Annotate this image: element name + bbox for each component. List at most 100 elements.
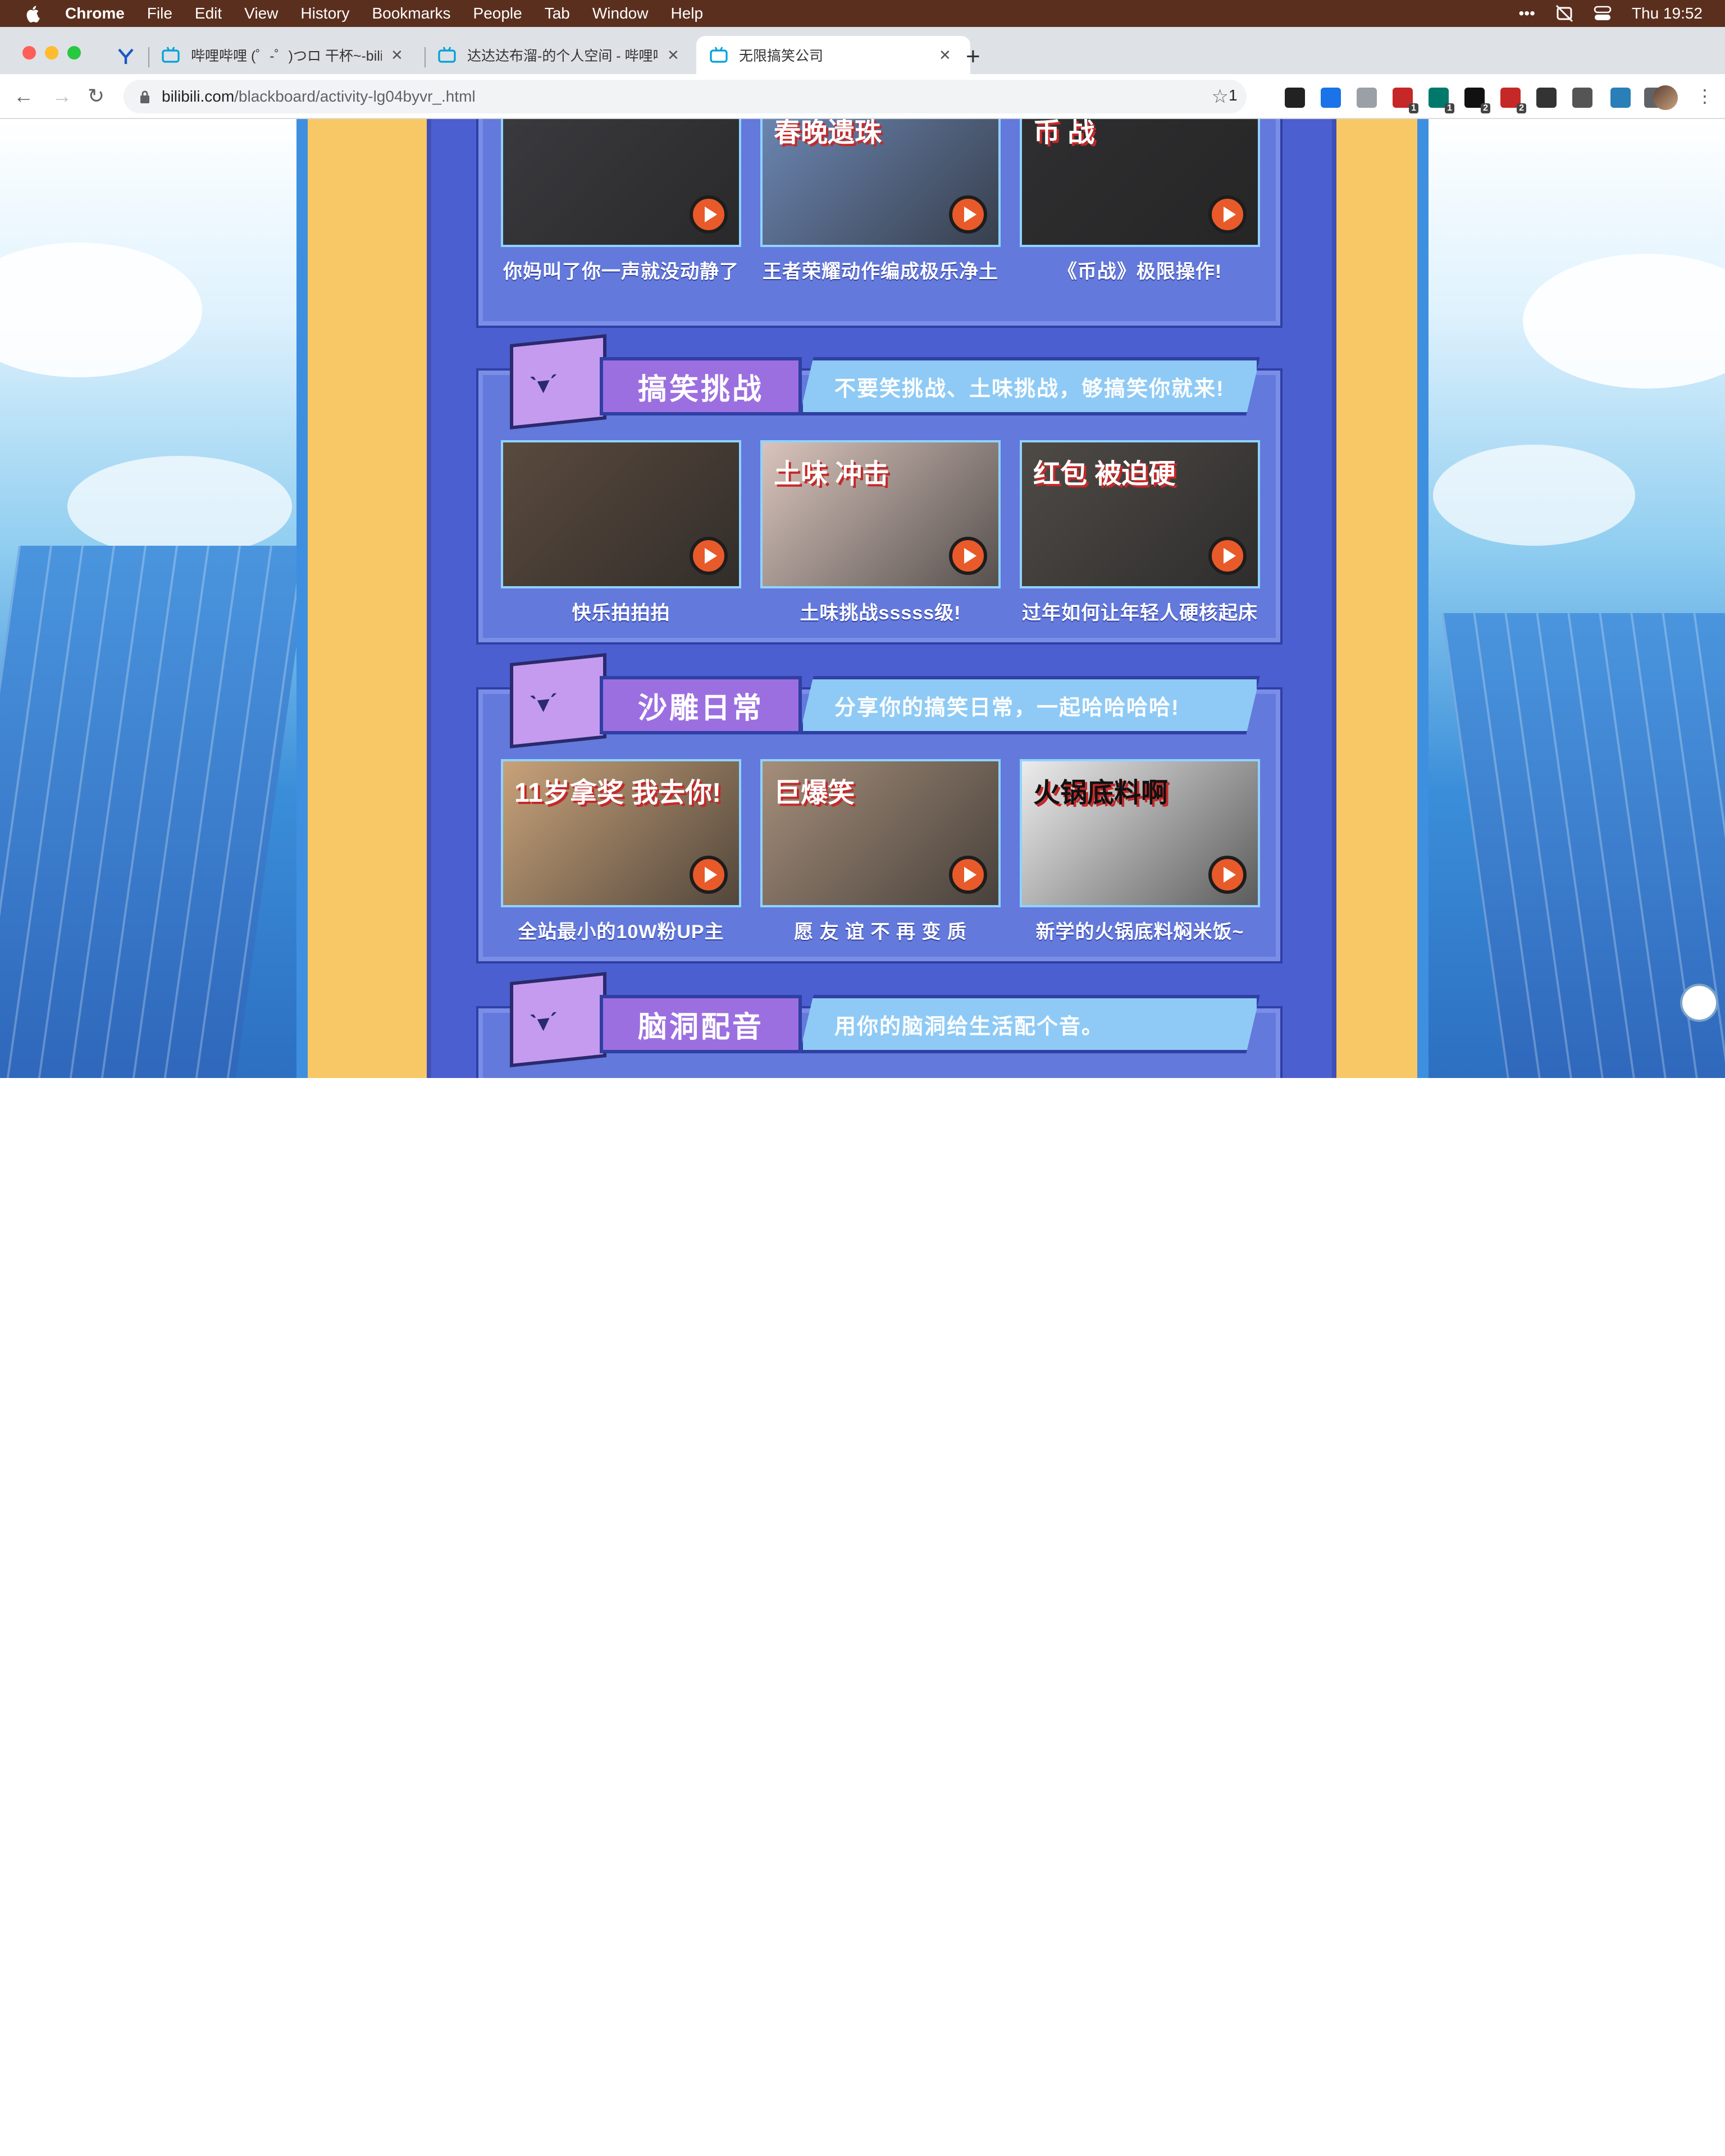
menu-people[interactable]: People — [473, 4, 522, 22]
video-caption[interactable]: 愿 友 谊 不 再 变 质 — [760, 916, 1001, 944]
address-bar[interactable]: bilibili.com/blackboard/activity-lg04byv… — [124, 80, 1247, 113]
menu-app-name[interactable]: Chrome — [65, 4, 125, 22]
lock-icon[interactable] — [139, 90, 150, 103]
browser-toolbar: ← → ↻ bilibili.com/blackboard/activity-l… — [0, 74, 1725, 119]
cloud-decoration — [67, 456, 292, 557]
tab-user-space[interactable]: 达达达布溜-的个人空间 - 哔哩哔哩 ✕ — [438, 36, 692, 74]
video-caption[interactable]: 新学的火锅底料焖米饭~ — [1020, 916, 1260, 944]
ext-aperture-icon[interactable] — [1536, 88, 1557, 108]
menu-file[interactable]: File — [147, 4, 172, 22]
video-caption[interactable]: 快乐拍拍拍 — [501, 597, 741, 625]
video-thumbnail[interactable]: 春晚遗珠 — [760, 119, 1001, 247]
bookmark-star-icon[interactable]: ☆ — [1212, 85, 1229, 108]
video-thumbnail[interactable] — [501, 440, 741, 588]
menu-view[interactable]: View — [244, 4, 278, 22]
thumbnail-overlay-text: 币 战 — [1033, 119, 1095, 148]
close-window-button[interactable] — [22, 46, 36, 60]
feedback-bubble-icon[interactable] — [1680, 984, 1718, 1022]
video-thumbnail[interactable] — [501, 119, 741, 247]
menu-edit[interactable]: Edit — [195, 4, 222, 22]
extension-badge: 2 — [1517, 103, 1526, 113]
tab-title: 无限搞笑公司 — [739, 48, 824, 64]
thumbnail-overlay-text: 11岁拿奖 我去你! — [514, 778, 722, 808]
play-icon[interactable] — [1208, 856, 1247, 894]
zoom-window-button[interactable] — [67, 46, 81, 60]
video-caption[interactable]: 你妈叫了你一声就没动静了 — [501, 256, 741, 284]
new-tab-button[interactable]: + — [966, 43, 980, 71]
play-icon[interactable] — [949, 537, 987, 575]
video-thumbnail[interactable]: 红包 被迫硬 — [1020, 440, 1260, 588]
menu-bookmarks[interactable]: Bookmarks — [372, 4, 450, 22]
video-caption[interactable]: 过年如何让年轻人硬核起床 — [1020, 597, 1260, 625]
mute-icon[interactable] — [1555, 4, 1573, 22]
play-icon[interactable] — [690, 856, 728, 894]
ext-react-icon[interactable] — [1610, 88, 1631, 108]
ext-abp-icon[interactable]: 2 — [1500, 88, 1526, 113]
video-card[interactable]: 火锅底料啊新学的火锅底料焖米饭~ — [1020, 759, 1260, 944]
video-card[interactable]: 快乐拍拍拍 — [501, 440, 741, 625]
close-tab-icon[interactable]: ✕ — [667, 47, 679, 64]
video-card[interactable]: 土味 冲击土味挑战sssss级! — [760, 440, 1001, 625]
apple-icon[interactable] — [22, 4, 45, 22]
thumbnail-overlay-text: 红包 被迫硬 — [1033, 459, 1176, 489]
video-thumbnail[interactable]: 巨爆笑 — [760, 759, 1001, 907]
ext-black-icon[interactable]: 2 — [1464, 88, 1490, 113]
video-section: 你妈叫了你一声就没动静了 春晚遗珠 王者荣耀动作编成极乐净土币 战《币战》极限操作! — [476, 119, 1283, 328]
video-card[interactable]: 你妈叫了你一声就没动静了 — [501, 119, 741, 284]
video-thumbnail[interactable]: 币 战 — [1020, 119, 1260, 247]
play-icon[interactable] — [949, 856, 987, 894]
video-caption[interactable]: 土味挑战sssss级! — [760, 597, 1001, 625]
ext-box-icon[interactable] — [1572, 88, 1592, 108]
forward-arrow-icon[interactable]: → — [52, 84, 72, 108]
menu-tab[interactable]: Tab — [545, 4, 570, 22]
close-tab-icon[interactable]: ✕ — [939, 47, 951, 64]
menu-history[interactable]: History — [300, 4, 349, 22]
chrome-menu-icon[interactable]: ⋮ — [1696, 85, 1714, 107]
cube-mascot-icon: ˋ▾ˊ — [510, 971, 606, 1068]
close-tab-icon[interactable]: ✕ — [391, 47, 403, 64]
back-arrow-icon[interactable]: ← — [13, 84, 34, 108]
ext-red-icon[interactable]: 1 — [1393, 88, 1418, 113]
ext-d-icon[interactable] — [1321, 88, 1341, 108]
menu-window[interactable]: Window — [592, 4, 649, 22]
building-decoration — [0, 546, 311, 1078]
video-card[interactable]: 11岁拿奖 我去你! 全站最小的10W粉UP主 — [501, 759, 741, 944]
profile-avatar[interactable] — [1653, 85, 1678, 110]
tab-active-funny-company[interactable]: 无限搞笑公司 ✕ — [696, 36, 970, 74]
tab-bilibili-home[interactable]: 哔哩哔哩 (゜-゜)つロ 干杯~-bilibili ✕ — [162, 36, 416, 74]
menubar-clock[interactable]: Thu 19:52 — [1632, 4, 1703, 22]
play-icon[interactable] — [1208, 537, 1247, 575]
video-card[interactable]: 巨爆笑愿 友 谊 不 再 变 质 — [760, 759, 1001, 944]
video-card[interactable]: 红包 被迫硬过年如何让年轻人硬核起床 — [1020, 440, 1260, 625]
thumbnail-overlay-text: 火锅底料啊 — [1033, 778, 1169, 808]
extension-badge: 1 — [1445, 103, 1454, 113]
overflow-dots-icon[interactable]: ••• — [1518, 4, 1535, 22]
thumbnail-overlay-text: 巨爆笑 — [774, 778, 855, 808]
right-background-illustration — [1422, 119, 1725, 1078]
thumbnail-overlay-text: 土味 冲击 — [774, 459, 889, 489]
menu-help[interactable]: Help — [670, 4, 703, 22]
extension-counter[interactable]: 1 — [1229, 86, 1238, 104]
tab-title: 达达达布溜-的个人空间 - 哔哩哔哩 — [467, 48, 658, 64]
video-card[interactable]: 币 战《币战》极限操作! — [1020, 119, 1260, 284]
extension-badge: 2 — [1481, 103, 1490, 113]
video-caption[interactable]: 《币战》极限操作! — [1020, 256, 1260, 284]
ext-s-green-icon[interactable]: 1 — [1429, 88, 1454, 113]
video-thumbnail[interactable]: 土味 冲击 — [760, 440, 1001, 588]
minimize-window-button[interactable] — [45, 46, 58, 60]
play-icon[interactable] — [949, 195, 987, 234]
video-caption[interactable]: 全站最小的10W粉UP主 — [501, 916, 741, 944]
play-icon[interactable] — [690, 537, 728, 575]
play-icon[interactable] — [1208, 195, 1247, 234]
video-thumbnail[interactable]: 火锅底料啊 — [1020, 759, 1260, 907]
video-thumbnail[interactable]: 11岁拿奖 我去你! — [501, 759, 741, 907]
video-section: ˋ▾ˊ脑洞配音用你的脑洞给生活配个音。闭嘴!祝大家新年快乐 — [476, 971, 1283, 1078]
video-card[interactable]: 春晚遗珠王者荣耀动作编成极乐净土 — [760, 119, 1001, 284]
video-caption[interactable]: 王者荣耀动作编成极乐净土 — [760, 256, 1001, 284]
pinned-tab-y-icon[interactable] — [117, 47, 135, 65]
control-center-icon[interactable] — [1594, 6, 1612, 21]
play-icon[interactable] — [690, 195, 728, 234]
ext-s-icon[interactable] — [1285, 88, 1305, 108]
ext-power-icon[interactable] — [1357, 88, 1377, 108]
reload-icon[interactable]: ↻ — [88, 84, 104, 108]
